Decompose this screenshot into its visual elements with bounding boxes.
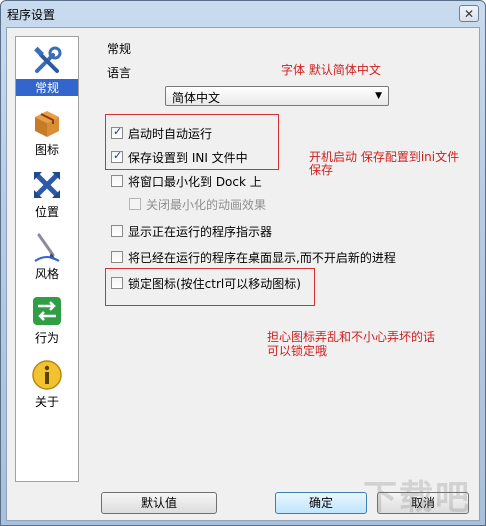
window-title: 程序设置 xyxy=(7,8,56,22)
annotation-lock-line1: 担心图标弄乱和不小心弄坏的话 xyxy=(267,330,436,344)
move-arrows-icon xyxy=(34,172,60,198)
sidebar-item-general[interactable]: 常规 xyxy=(16,43,78,101)
annotation-startup-line1: 开机启动 保存配置到ini文件 xyxy=(309,150,460,164)
sidebar-item-position[interactable]: 位置 xyxy=(16,167,78,225)
section-title: 常规 xyxy=(107,42,132,56)
title-bar[interactable]: 程序设置 ✕ xyxy=(1,1,485,27)
settings-window: 程序设置 ✕ 常规 图标 位置 风格 行为 关于 常规 语言 简体中文 ▼ ✓ … xyxy=(0,0,486,526)
sidebar-item-label: 关于 xyxy=(34,395,59,409)
annotation-lock-line2: 可以锁定哦 xyxy=(267,344,328,358)
sidebar-item-label: 风格 xyxy=(34,267,59,281)
info-icon xyxy=(32,360,62,390)
default-button[interactable]: 默认值 xyxy=(101,492,217,514)
sidebar-item-label: 行为 xyxy=(34,331,59,345)
sidebar-item-about[interactable]: 关于 xyxy=(16,357,78,415)
option-label: 关闭最小化的动画效果 xyxy=(146,197,267,212)
box-icon xyxy=(35,111,59,137)
annotation-font: 字体 默认简体中文 xyxy=(281,63,381,77)
highlight-box-lock xyxy=(105,268,315,306)
sidebar-item-label: 图标 xyxy=(34,143,59,157)
annotation-startup-line2: 保存 xyxy=(309,163,334,177)
minimize-dock-checkbox[interactable] xyxy=(111,175,123,187)
watermark-logo: 下载吧 xyxy=(363,478,471,518)
brush-icon xyxy=(34,233,60,262)
option-running-indicator[interactable]: 显示正在运行的程序指示器 xyxy=(111,222,272,240)
option-label: 显示正在运行的程序指示器 xyxy=(128,224,273,239)
sidebar-item-style[interactable]: 风格 xyxy=(16,229,78,287)
option-label: 将窗口最小化到 Dock 上 xyxy=(128,174,262,189)
running-indicator-checkbox[interactable] xyxy=(111,225,123,237)
dialog-client-area: 常规 图标 位置 风格 行为 关于 常规 语言 简体中文 ▼ ✓ 启动时自动运行… xyxy=(6,27,480,521)
chevron-down-icon: ▼ xyxy=(375,91,382,101)
language-label: 语言 xyxy=(107,66,132,80)
option-disable-animation: 关闭最小化的动画效果 xyxy=(129,195,266,213)
sidebar-item-behavior[interactable]: 行为 xyxy=(16,293,78,351)
ok-button[interactable]: 确定 xyxy=(275,492,367,514)
option-single-instance[interactable]: 将已经在运行的程序在桌面显示,而不开启新的进程 xyxy=(111,248,396,266)
category-sidebar: 常规 图标 位置 风格 行为 关于 xyxy=(15,36,79,482)
disable-animation-checkbox xyxy=(129,198,141,210)
language-select-value: 简体中文 xyxy=(172,91,221,105)
close-button[interactable]: ✕ xyxy=(459,5,479,22)
option-minimize-dock[interactable]: 将窗口最小化到 Dock 上 xyxy=(111,172,262,190)
sidebar-item-icons[interactable]: 图标 xyxy=(16,105,78,163)
sidebar-item-label: 常规 xyxy=(34,81,59,95)
single-instance-checkbox[interactable] xyxy=(111,251,123,263)
highlight-box-startup xyxy=(105,114,279,170)
close-icon: ✕ xyxy=(463,6,475,21)
option-label: 将已经在运行的程序在桌面显示,而不开启新的进程 xyxy=(128,250,396,265)
tools-icon xyxy=(34,46,62,73)
sidebar-item-label: 位置 xyxy=(34,205,59,219)
switch-arrows-icon xyxy=(33,297,61,325)
language-select[interactable]: 简体中文 ▼ xyxy=(165,86,389,106)
